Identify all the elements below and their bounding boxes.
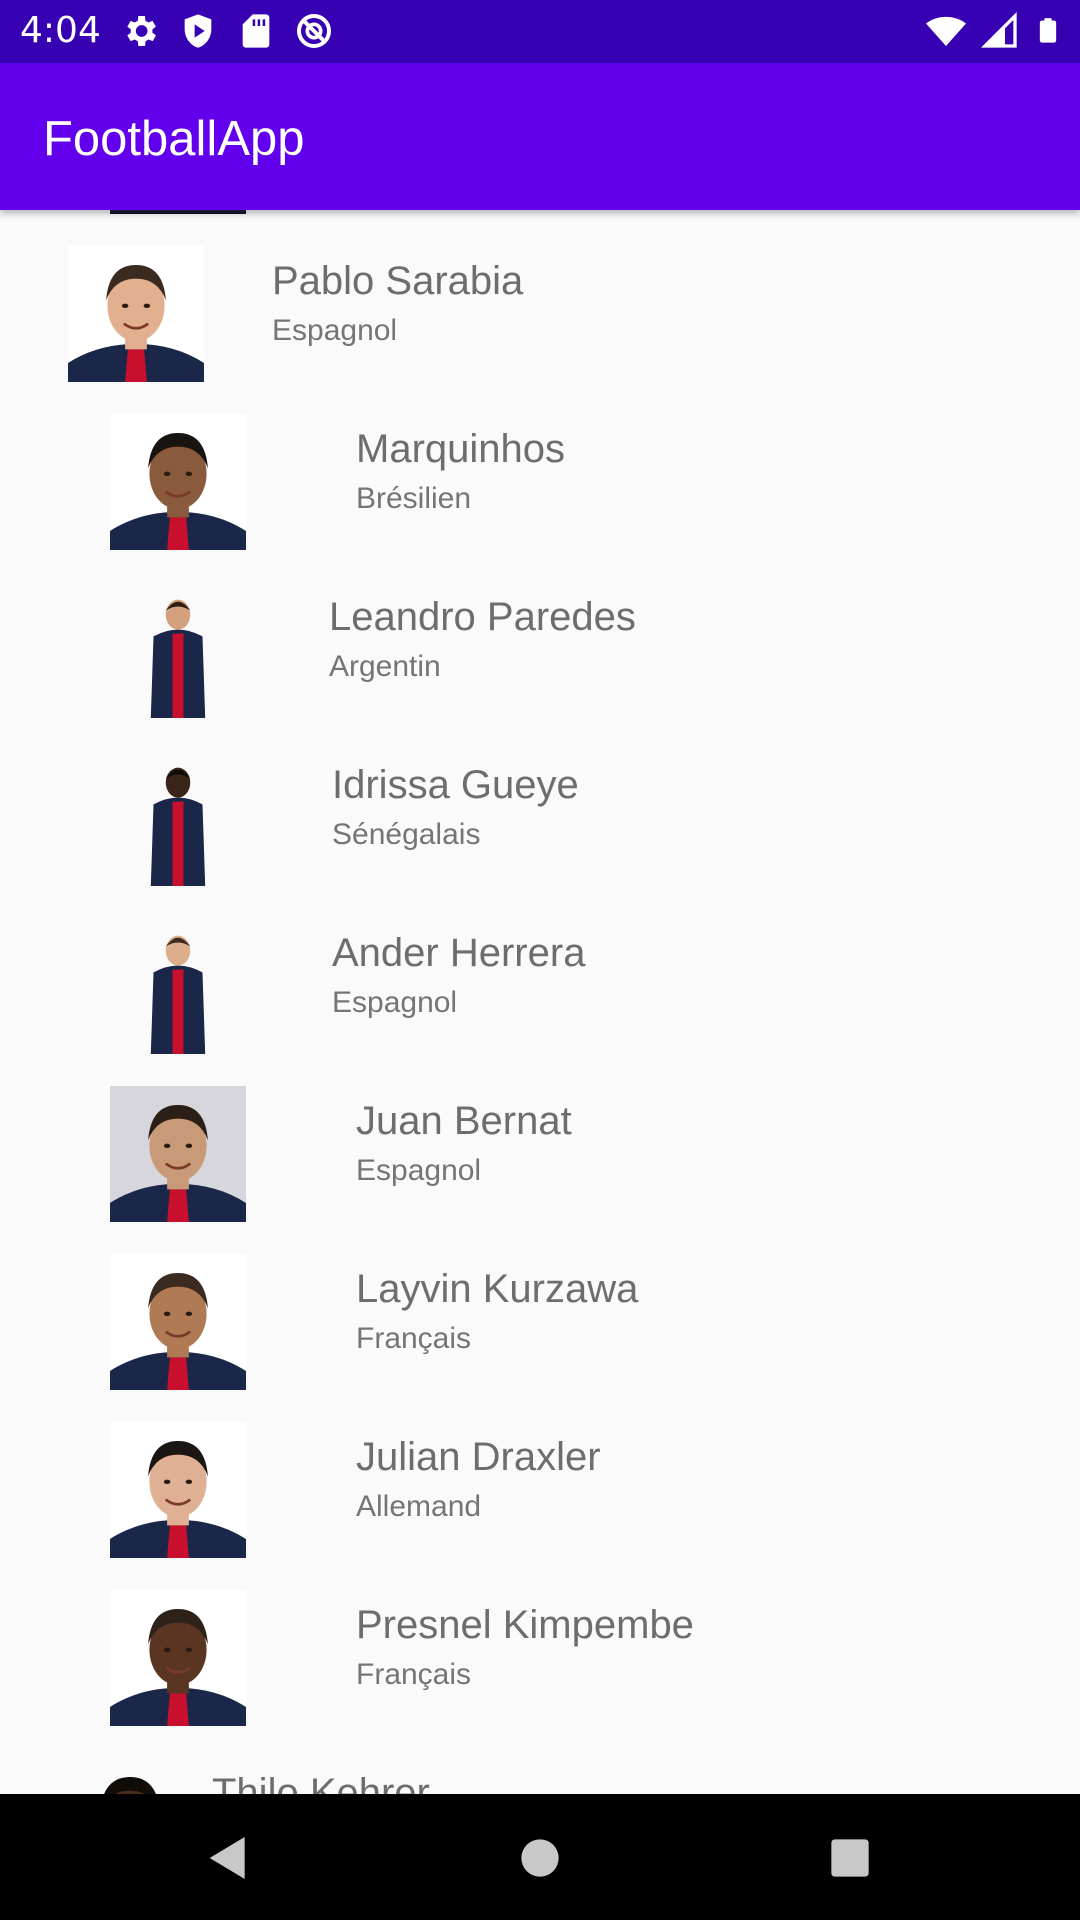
player-row[interactable]: Juan Bernat Espagnol [0, 1050, 1080, 1222]
player-name: Presnel Kimpembe [356, 1603, 694, 1647]
player-name: Pablo Sarabia [272, 259, 524, 303]
sd-card-icon [242, 14, 270, 48]
player-row[interactable]: Marquinhos Brésilien [0, 378, 1080, 550]
player-photo [110, 1590, 246, 1726]
player-nationality: Espagnol [356, 1154, 482, 1187]
player-photo [68, 246, 204, 382]
app-bar: FootballApp [0, 63, 1080, 210]
cellular-signal-icon [980, 11, 1017, 48]
player-name: Juan Bernat [356, 1099, 572, 1143]
player-row[interactable]: Pablo Sarabia Espagnol [0, 210, 1080, 382]
player-row[interactable]: Julian Draxler Allemand [0, 1386, 1080, 1558]
recents-icon[interactable] [822, 1830, 878, 1886]
player-nationality: Français [356, 1322, 472, 1355]
player-photo [110, 918, 246, 1054]
player-nationality: Sénégalais [332, 818, 481, 851]
player-name: Leandro Paredes [329, 595, 636, 639]
player-nationality: Argentin [329, 650, 441, 683]
player-row[interactable]: Leandro Paredes Argentin [0, 546, 1080, 718]
player-nationality: Espagnol [272, 314, 398, 347]
wifi-icon [926, 16, 966, 46]
player-row[interactable]: Presnel Kimpembe Français [0, 1554, 1080, 1726]
player-name: Marquinhos [356, 427, 566, 471]
player-name: Idrissa Gueye [332, 763, 579, 807]
battery-icon [1039, 18, 1057, 43]
player-photo [62, 1758, 198, 1794]
settings-icon [127, 16, 156, 46]
app-title: FootballApp [43, 112, 305, 166]
player-list[interactable]: Pablo Sarabia Espagnol Marquinhos Brésil… [0, 210, 1080, 1794]
player-name: Ander Herrera [332, 931, 586, 975]
player-photo [110, 1422, 246, 1558]
player-nationality: Français [356, 1658, 472, 1691]
do-not-disturb-icon [297, 14, 331, 48]
player-name: Thilo Kehrer [212, 1771, 430, 1794]
player-row[interactable]: Layvin Kurzawa Français [0, 1218, 1080, 1390]
player-row[interactable]: Idrissa Gueye Sénégalais [0, 714, 1080, 886]
status-bar: 4:04 [0, 0, 1080, 63]
player-name: Julian Draxler [356, 1435, 601, 1479]
navigation-bar [0, 1794, 1080, 1920]
player-nationality: Allemand [356, 1490, 482, 1523]
player-name: Layvin Kurzawa [356, 1267, 639, 1311]
player-photo [110, 750, 246, 886]
play-protect-icon [184, 14, 212, 48]
player-photo [110, 1254, 246, 1390]
player-row[interactable]: Ander Herrera Espagnol [0, 882, 1080, 1054]
home-icon[interactable] [512, 1830, 568, 1886]
player-photo [110, 414, 246, 550]
player-photo [110, 582, 246, 718]
player-photo [110, 1086, 246, 1222]
back-icon[interactable] [198, 1830, 254, 1886]
player-nationality: Espagnol [332, 986, 458, 1019]
player-row[interactable]: Thilo Kehrer [0, 1722, 1080, 1794]
player-nationality: Brésilien [356, 482, 472, 515]
status-time: 4:04 [20, 10, 101, 51]
